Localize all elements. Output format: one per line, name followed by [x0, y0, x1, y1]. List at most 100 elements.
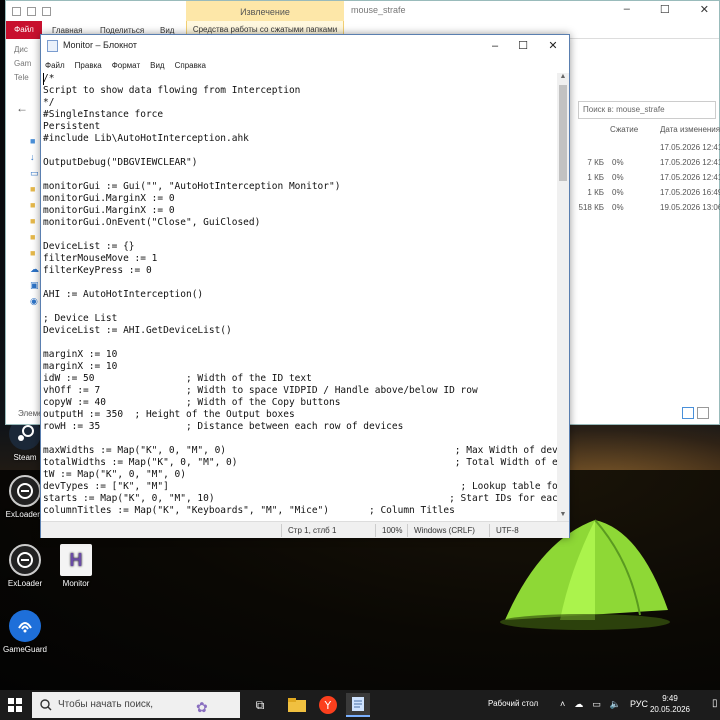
onedrive-icon[interactable]: ☁	[574, 699, 583, 710]
nav-item-icon[interactable]: ■	[30, 245, 39, 261]
file-row[interactable]: 1 КБ 0% 17.05.2026 16:49	[574, 188, 720, 203]
encoding: UTF-8	[489, 524, 519, 537]
file-date: 17.05.2026 12:41	[660, 143, 720, 152]
maximize-icon[interactable]: ☐	[660, 3, 670, 16]
file-row[interactable]: 1 КБ 0% 17.05.2026 12:41	[574, 173, 720, 188]
file-row[interactable]: 17.05.2026 12:41	[574, 143, 720, 158]
properties-icon[interactable]	[27, 6, 36, 16]
explorer-search-input[interactable]: Поиск в: mouse_strafe	[578, 101, 716, 119]
new-folder-icon[interactable]	[42, 6, 51, 16]
tab-file[interactable]: Файл	[6, 21, 42, 39]
battery-icon[interactable]: ▭	[592, 699, 601, 710]
code-line: tW := Map("K", 0, "M", 0)	[43, 469, 186, 480]
nav-item-icon[interactable]: ◉	[30, 293, 39, 309]
code-line: */	[43, 97, 55, 108]
taskbar-clock[interactable]: 9:49 20.05.2026	[640, 693, 700, 715]
nav-item-icon[interactable]: ■	[30, 197, 39, 213]
taskbar-search-box[interactable]: Чтобы начать поиск, ✿	[32, 692, 240, 718]
system-tray: ˄ ☁ ▭ 🔈 РУС	[560, 699, 648, 710]
search-placeholder: Чтобы начать поиск,	[58, 699, 154, 710]
column-date[interactable]: Дата изменения	[660, 125, 720, 134]
column-compression[interactable]: Сжатие	[610, 125, 660, 134]
code-line: monitorGui.MarginX := 0	[43, 205, 175, 216]
file-size: 1 КБ	[587, 173, 604, 182]
volume-icon[interactable]: 🔈	[610, 699, 621, 710]
code-line: #include Lib\AutoHotInterception.ahk	[43, 133, 249, 144]
file-ratio: 0%	[612, 158, 624, 167]
code-line: DeviceList := AHI.GetDeviceList()	[43, 325, 232, 336]
explorer-nav-buttons: ←	[16, 101, 28, 115]
gameguard-icon	[9, 610, 41, 642]
explorer-window-controls: – ☐ ✕	[624, 3, 709, 16]
scroll-down-icon[interactable]: ▼	[557, 511, 569, 521]
search-icon	[40, 699, 52, 711]
vertical-scrollbar[interactable]: ▲ ▼	[557, 73, 569, 521]
code-line: totalWidths := Map("K", 0, "M", 0) ; Tot…	[43, 457, 559, 468]
svg-text:Y: Y	[324, 699, 332, 712]
quick-access-toolbar	[12, 6, 51, 16]
start-button[interactable]	[0, 690, 30, 720]
nav-item-icon[interactable]: ■	[30, 213, 39, 229]
notepad-icon	[47, 40, 58, 52]
close-icon[interactable]: ✕	[700, 3, 709, 16]
code-line: Persistent	[43, 121, 101, 132]
code-line: monitorGui := Gui("", "AutoHotIntercepti…	[43, 181, 341, 192]
file-row[interactable]: 518 КБ 0% 19.05.2026 13:06	[574, 203, 720, 218]
file-row[interactable]: 7 КБ 0% 17.05.2026 12:41	[574, 158, 720, 173]
nav-item-icon[interactable]: ☁	[30, 261, 39, 277]
code-line: marginX := 10	[43, 349, 118, 360]
ribbon-item[interactable]: Gam	[14, 57, 31, 71]
notepad-taskbar-icon[interactable]	[346, 693, 370, 717]
ahk-file-icon: H	[60, 544, 92, 576]
maximize-button[interactable]: ☐	[509, 38, 537, 54]
menu-edit[interactable]: Правка	[75, 61, 102, 70]
menu-file[interactable]: Файл	[45, 61, 65, 70]
nav-item-icon[interactable]: ■	[30, 181, 39, 197]
details-view-icon[interactable]	[682, 407, 694, 419]
notepad-text-area[interactable]: /* Script to show data flowing from Inter…	[41, 73, 559, 521]
file-date: 17.05.2026 12:41	[660, 173, 720, 182]
code-line: copyW := 40 ; Width of the Copy buttons	[43, 397, 341, 408]
nav-item-icon[interactable]: ■	[30, 229, 39, 245]
back-arrow-icon[interactable]: ←	[16, 101, 28, 115]
code-line: OutputDebug("DBGVIEWCLEAR")	[43, 157, 198, 168]
code-line: DeviceList := {}	[43, 241, 135, 252]
code-line: idW := 50 ; Width of the ID text	[43, 373, 312, 384]
ribbon-item[interactable]: Дис	[14, 43, 31, 57]
desktop-icon-exloader[interactable]: ExLoader	[0, 544, 50, 588]
menu-help[interactable]: Справка	[175, 61, 206, 70]
nav-item-icon[interactable]: ■	[30, 133, 39, 149]
task-view-icon[interactable]: ⧉	[248, 693, 272, 717]
minimize-button[interactable]: –	[481, 38, 509, 54]
explorer-ribbon-items: Дис Gam Tele	[14, 43, 31, 85]
file-date: 17.05.2026 12:41	[660, 158, 720, 167]
file-size: 7 КБ	[587, 158, 604, 167]
scroll-up-icon[interactable]: ▲	[557, 73, 569, 83]
search-highlight-icon: ✿	[196, 699, 208, 715]
menu-format[interactable]: Формат	[112, 61, 140, 70]
nav-item-icon[interactable]: ▭	[30, 165, 39, 181]
notepad-title: Monitor – Блокнот	[63, 40, 138, 50]
tiles-view-icon[interactable]	[697, 407, 709, 419]
cursor-position: Стр 1, стлб 1	[281, 524, 336, 537]
ribbon-item[interactable]: Tele	[14, 71, 31, 85]
nav-item-icon[interactable]: ▣	[30, 277, 39, 293]
desktop-toolbar-label[interactable]: Рабочий стол	[488, 699, 538, 708]
menu-view[interactable]: Вид	[150, 61, 164, 70]
minimize-icon[interactable]: –	[624, 3, 630, 16]
tray-chevron-icon[interactable]: ˄	[560, 699, 565, 710]
desktop-icon-gameguard[interactable]: GameGuard	[0, 610, 50, 654]
folder-icon[interactable]	[12, 6, 21, 16]
explorer-context-tab[interactable]: Извлечение	[186, 1, 344, 21]
close-button[interactable]: ✕	[539, 38, 567, 54]
notification-icon[interactable]: ▯	[712, 698, 718, 709]
desktop-icon-monitor[interactable]: H Monitor	[51, 544, 101, 588]
yandex-browser-icon[interactable]: Y	[316, 693, 340, 717]
scrollbar-thumb[interactable]	[559, 85, 567, 181]
nav-item-icon[interactable]: ↓	[30, 149, 39, 165]
file-explorer-icon[interactable]	[285, 693, 309, 717]
